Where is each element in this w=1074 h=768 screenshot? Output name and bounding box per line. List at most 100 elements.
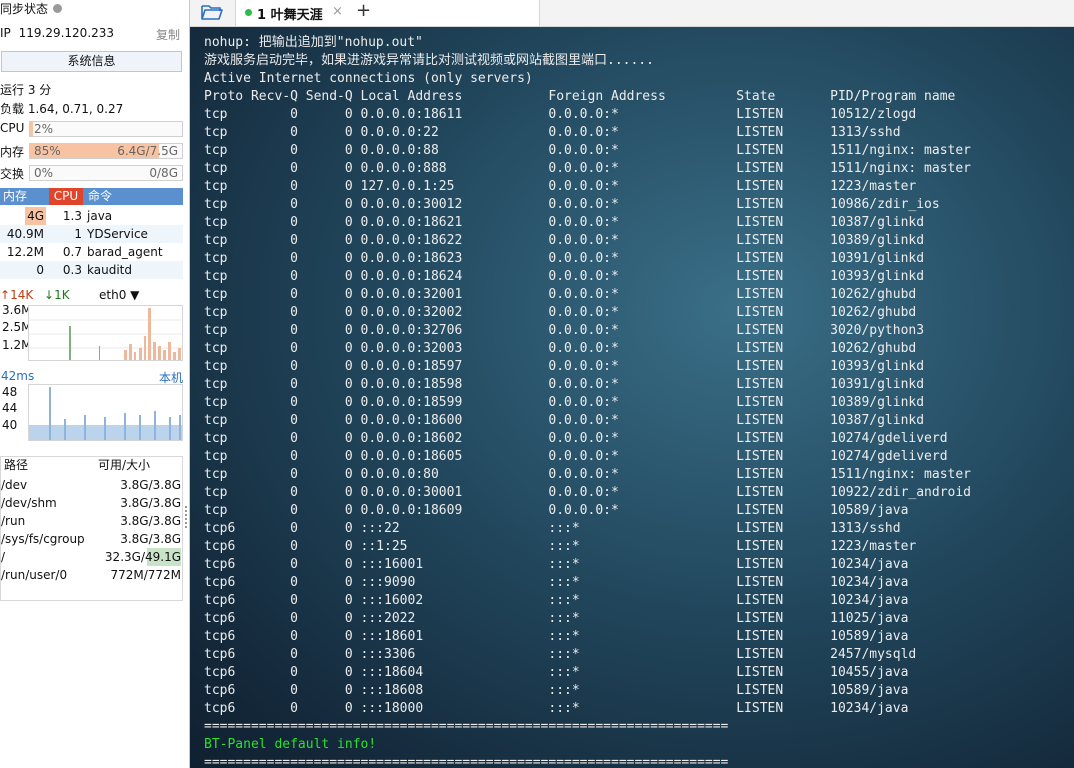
terminal-output[interactable]: nohup: 把输出追加到"nohup.out" 游戏服务启动完毕，如果进游戏异… — [190, 27, 1074, 768]
process-header-mem[interactable]: 内存 — [3, 188, 27, 205]
terminal-line: tcp 0 0 0.0.0.0:18597 0.0.0.0:* LISTEN 1… — [204, 359, 925, 374]
terminal-line: 游戏服务启动完毕，如果进游戏异常请比对测试视频或网站截图里端口...... — [204, 53, 654, 68]
terminal-line: tcp 0 0 0.0.0.0:32003 0.0.0.0:* LISTEN 1… — [204, 341, 917, 356]
uptime: 运行 3 分 — [0, 83, 52, 97]
terminal-line: nohup: 把输出追加到"nohup.out" — [204, 35, 423, 50]
terminal-line: tcp 0 0 0.0.0.0:888 0.0.0.0:* LISTEN 151… — [204, 161, 972, 176]
terminal-line: tcp 0 0 0.0.0.0:80 0.0.0.0:* LISTEN 1511… — [204, 467, 972, 482]
load-values: 1.64, 0.71, 0.27 — [27, 102, 124, 116]
filesystem-row[interactable]: /sys/fs/cgroup 3.8G/3.8G — [0, 530, 183, 548]
terminal-line: tcp6 0 0 :::16001 :::* LISTEN 10234/java — [204, 557, 909, 572]
status-sidebar: 同步状态 IP 119.29.120.233 复制 系统信息 运行 3 分 负载… — [0, 0, 190, 768]
process-header-cmd[interactable]: 命令 — [88, 188, 112, 205]
terminal-line: tcp6 0 0 :::18000 :::* LISTEN 10234/java — [204, 701, 909, 716]
terminal-text: nohup: 把输出追加到"nohup.out" 游戏服务启动完毕，如果进游戏异… — [204, 34, 971, 768]
fs-path: /dev — [1, 478, 28, 492]
new-tab-plus-icon[interactable]: + — [356, 0, 371, 21]
process-cmd: YDService — [87, 227, 148, 241]
terminal-line: tcp 0 0 0.0.0.0:30012 0.0.0.0:* LISTEN 1… — [204, 197, 940, 212]
terminal-line: tcp 0 0 0.0.0.0:18609 0.0.0.0:* LISTEN 1… — [204, 503, 909, 518]
fs-size: 772M/772M — [110, 568, 181, 582]
system-info-button[interactable]: 系统信息 — [1, 51, 182, 72]
sync-status-dot-icon — [53, 4, 63, 13]
tab-bar: 1 叶舞天涯 × + — [190, 0, 1074, 27]
cpu-meter: 2% — [29, 121, 183, 137]
fs-path: /sys/fs/cgroup — [1, 532, 85, 546]
process-cmd: java — [87, 209, 113, 223]
process-mem: 4G — [25, 207, 46, 225]
terminal-line: tcp 0 0 0.0.0.0:18623 0.0.0.0:* LISTEN 1… — [204, 251, 925, 266]
net-upload-value: 14K — [10, 288, 34, 302]
swap-label: 交换 — [0, 167, 25, 181]
terminal-line: tcp 0 0 0.0.0.0:18622 0.0.0.0:* LISTEN 1… — [204, 233, 925, 248]
filesystem-row[interactable]: /dev 3.8G/3.8G — [0, 476, 183, 494]
ip-row: IP 119.29.120.233 — [0, 26, 114, 40]
fs-header-size[interactable]: 可用/大小 — [98, 456, 150, 474]
ip-label: IP — [0, 26, 11, 40]
filesystem-row[interactable]: /run/user/0 772M/772M — [0, 566, 183, 584]
terminal-line: tcp6 0 0 :::2022 :::* LISTEN 11025/java — [204, 611, 909, 626]
process-header-cpu[interactable]: CPU — [49, 188, 83, 205]
filesystem-header: 路径 可用/大小 — [0, 456, 183, 474]
process-row[interactable]: 40.9M 1 YDService — [0, 225, 183, 243]
sync-status[interactable]: 同步状态 — [0, 0, 63, 17]
load-row: 负载 1.64, 0.71, 0.27 — [0, 100, 123, 117]
terminal-line: tcp6 0 0 :::16002 :::* LISTEN 10234/java — [204, 593, 909, 608]
tab-title: 1 叶舞天涯 — [257, 8, 323, 23]
terminal-line: ========================================… — [204, 719, 729, 734]
load-label: 负载 — [0, 102, 25, 116]
swap-percent: 0% — [34, 166, 54, 180]
terminal-green-line: BT-Panel default info! — [204, 737, 377, 752]
fs-header-path[interactable]: 路径 — [4, 456, 28, 474]
mem-percent: 85% — [34, 144, 61, 158]
latency-chart — [28, 384, 183, 441]
cpu-percent: 2% — [34, 122, 54, 136]
copy-ip-link[interactable]: 复制 — [156, 26, 180, 43]
terminal-line: tcp 0 0 0.0.0.0:18600 0.0.0.0:* LISTEN 1… — [204, 413, 925, 428]
terminal-line: tcp6 0 0 :::18604 :::* LISTEN 10455/java — [204, 665, 909, 680]
terminal-line: tcp 0 0 0.0.0.0:32001 0.0.0.0:* LISTEN 1… — [204, 287, 917, 302]
filesystem-row[interactable]: /dev/shm 3.8G/3.8G — [0, 494, 183, 512]
interface-select[interactable]: eth0 ▼ — [99, 288, 139, 302]
terminal-lines: nohup: 把输出追加到"nohup.out" 游戏服务启动完毕，如果进游戏异… — [204, 35, 971, 734]
terminal-line: tcp6 0 0 :::22 :::* LISTEN 1313/sshd — [204, 521, 901, 536]
terminal-line: tcp 0 0 0.0.0.0:18621 0.0.0.0:* LISTEN 1… — [204, 215, 925, 230]
interface-name: eth0 — [99, 288, 127, 302]
terminal-line: tcp 0 0 0.0.0.0:32706 0.0.0.0:* LISTEN 3… — [204, 323, 925, 338]
process-cmd: barad_agent — [87, 245, 163, 259]
terminal-line: tcp 0 0 0.0.0.0:18598 0.0.0.0:* LISTEN 1… — [204, 377, 925, 392]
mem-detail: 6.4G/7.5G — [117, 144, 178, 158]
fs-size: 32.3G/49.1G — [104, 548, 181, 566]
process-cpu: 0.7 — [62, 245, 82, 259]
ip-value: 119.29.120.233 — [18, 26, 115, 40]
mem-label: 内存 — [0, 145, 25, 159]
net-traffic-chart — [28, 305, 183, 361]
net-download: ↓1K — [44, 288, 70, 302]
latency-value: 42ms — [1, 369, 35, 383]
cpu-meter-fill — [30, 122, 34, 136]
process-row[interactable]: 0 0.3 kauditd — [0, 261, 183, 279]
terminal-line: tcp 0 0 0.0.0.0:88 0.0.0.0:* LISTEN 1511… — [204, 143, 972, 158]
terminal-line: tcp 0 0 0.0.0.0:32002 0.0.0.0:* LISTEN 1… — [204, 305, 917, 320]
process-row[interactable]: 4G 1.3 java — [0, 207, 183, 225]
close-icon[interactable]: × — [332, 4, 343, 19]
mem-meter: 85% 6.4G/7.5G — [29, 143, 183, 159]
terminal-line: Active Internet connections (only server… — [204, 71, 533, 86]
terminal-line: tcp 0 0 0.0.0.0:30001 0.0.0.0:* LISTEN 1… — [204, 485, 972, 500]
fs-size: 3.8G/3.8G — [120, 514, 181, 528]
terminal-line: tcp 0 0 0.0.0.0:18602 0.0.0.0:* LISTEN 1… — [204, 431, 948, 446]
process-row[interactable]: 12.2M 0.7 barad_agent — [0, 243, 183, 261]
terminal-line: Proto Recv-Q Send-Q Local Address Foreig… — [204, 89, 956, 104]
process-mem: 40.9M — [6, 227, 44, 241]
sync-status-label: 同步状态 — [0, 2, 49, 16]
fs-path: /run — [1, 514, 26, 528]
filesystem-row[interactable]: / 32.3G/49.1G — [0, 548, 183, 566]
filesystem-row[interactable]: /run 3.8G/3.8G — [0, 512, 183, 530]
process-cmd: kauditd — [87, 263, 132, 277]
swap-detail: 0/8G — [149, 166, 178, 180]
tab-session-1[interactable]: 1 叶舞天涯 × — [235, 0, 540, 26]
folder-open-icon[interactable] — [200, 2, 224, 22]
cpu-label: CPU — [0, 121, 25, 135]
terminal-line: tcp 0 0 0.0.0.0:18599 0.0.0.0:* LISTEN 1… — [204, 395, 925, 410]
latency-tick: 48 — [2, 385, 18, 399]
